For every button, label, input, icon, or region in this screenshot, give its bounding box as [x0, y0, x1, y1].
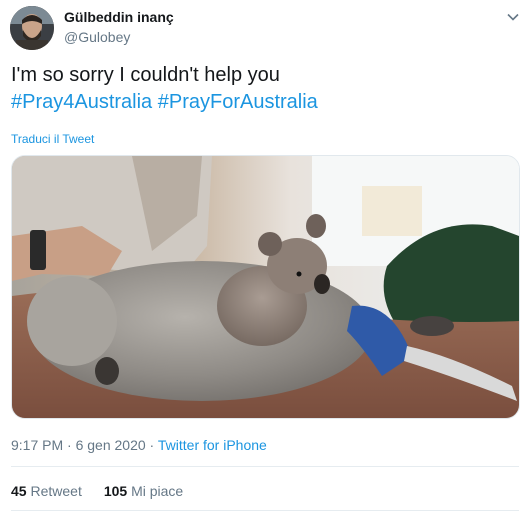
koala-photo-image: [12, 156, 519, 418]
tweet-date[interactable]: 6 gen 2020: [76, 437, 146, 453]
likes-stat[interactable]: 105 Mi piace: [104, 483, 183, 499]
retweets-count: 45: [11, 483, 27, 499]
divider: [11, 466, 519, 467]
tweet-stats: 45 Retweet 105 Mi piace: [11, 483, 183, 499]
likes-count: 105: [103, 483, 128, 499]
divider: [11, 510, 519, 511]
meta-separator: ·: [63, 437, 76, 453]
hashtag-prayforaustralia[interactable]: #PrayForAustralia: [158, 91, 318, 113]
avatar[interactable]: [10, 6, 54, 50]
retweets-stat[interactable]: 45 Retweet: [11, 483, 82, 499]
author-name[interactable]: Gülbeddin inanç: [64, 9, 174, 25]
translate-tweet-link[interactable]: Traduci il Tweet: [11, 132, 94, 146]
hashtag-pray4australia[interactable]: #Pray4Australia: [11, 91, 152, 113]
meta-separator: ·: [145, 437, 158, 453]
tweet-hashtags: #Pray4Australia #PrayForAustralia: [11, 89, 521, 116]
likes-label: Mi piace: [131, 483, 184, 499]
tweet-timestamp: 9:17 PM · 6 gen 2020 · Twitter for iPhon…: [11, 437, 267, 453]
tweet-photo[interactable]: [11, 155, 520, 419]
chevron-down-icon[interactable]: [506, 10, 520, 24]
tweet-text: I'm so sorry I couldn't help you #Pray4A…: [11, 62, 521, 116]
retweets-label: Retweet: [30, 483, 82, 499]
tweet-text-line: I'm so sorry I couldn't help you: [11, 64, 280, 86]
author-handle[interactable]: @Gulobey: [64, 29, 130, 45]
tweet-source-link[interactable]: Twitter for iPhone: [158, 437, 267, 453]
tweet-time[interactable]: 9:17 PM: [11, 437, 63, 453]
avatar-image: [10, 6, 54, 50]
